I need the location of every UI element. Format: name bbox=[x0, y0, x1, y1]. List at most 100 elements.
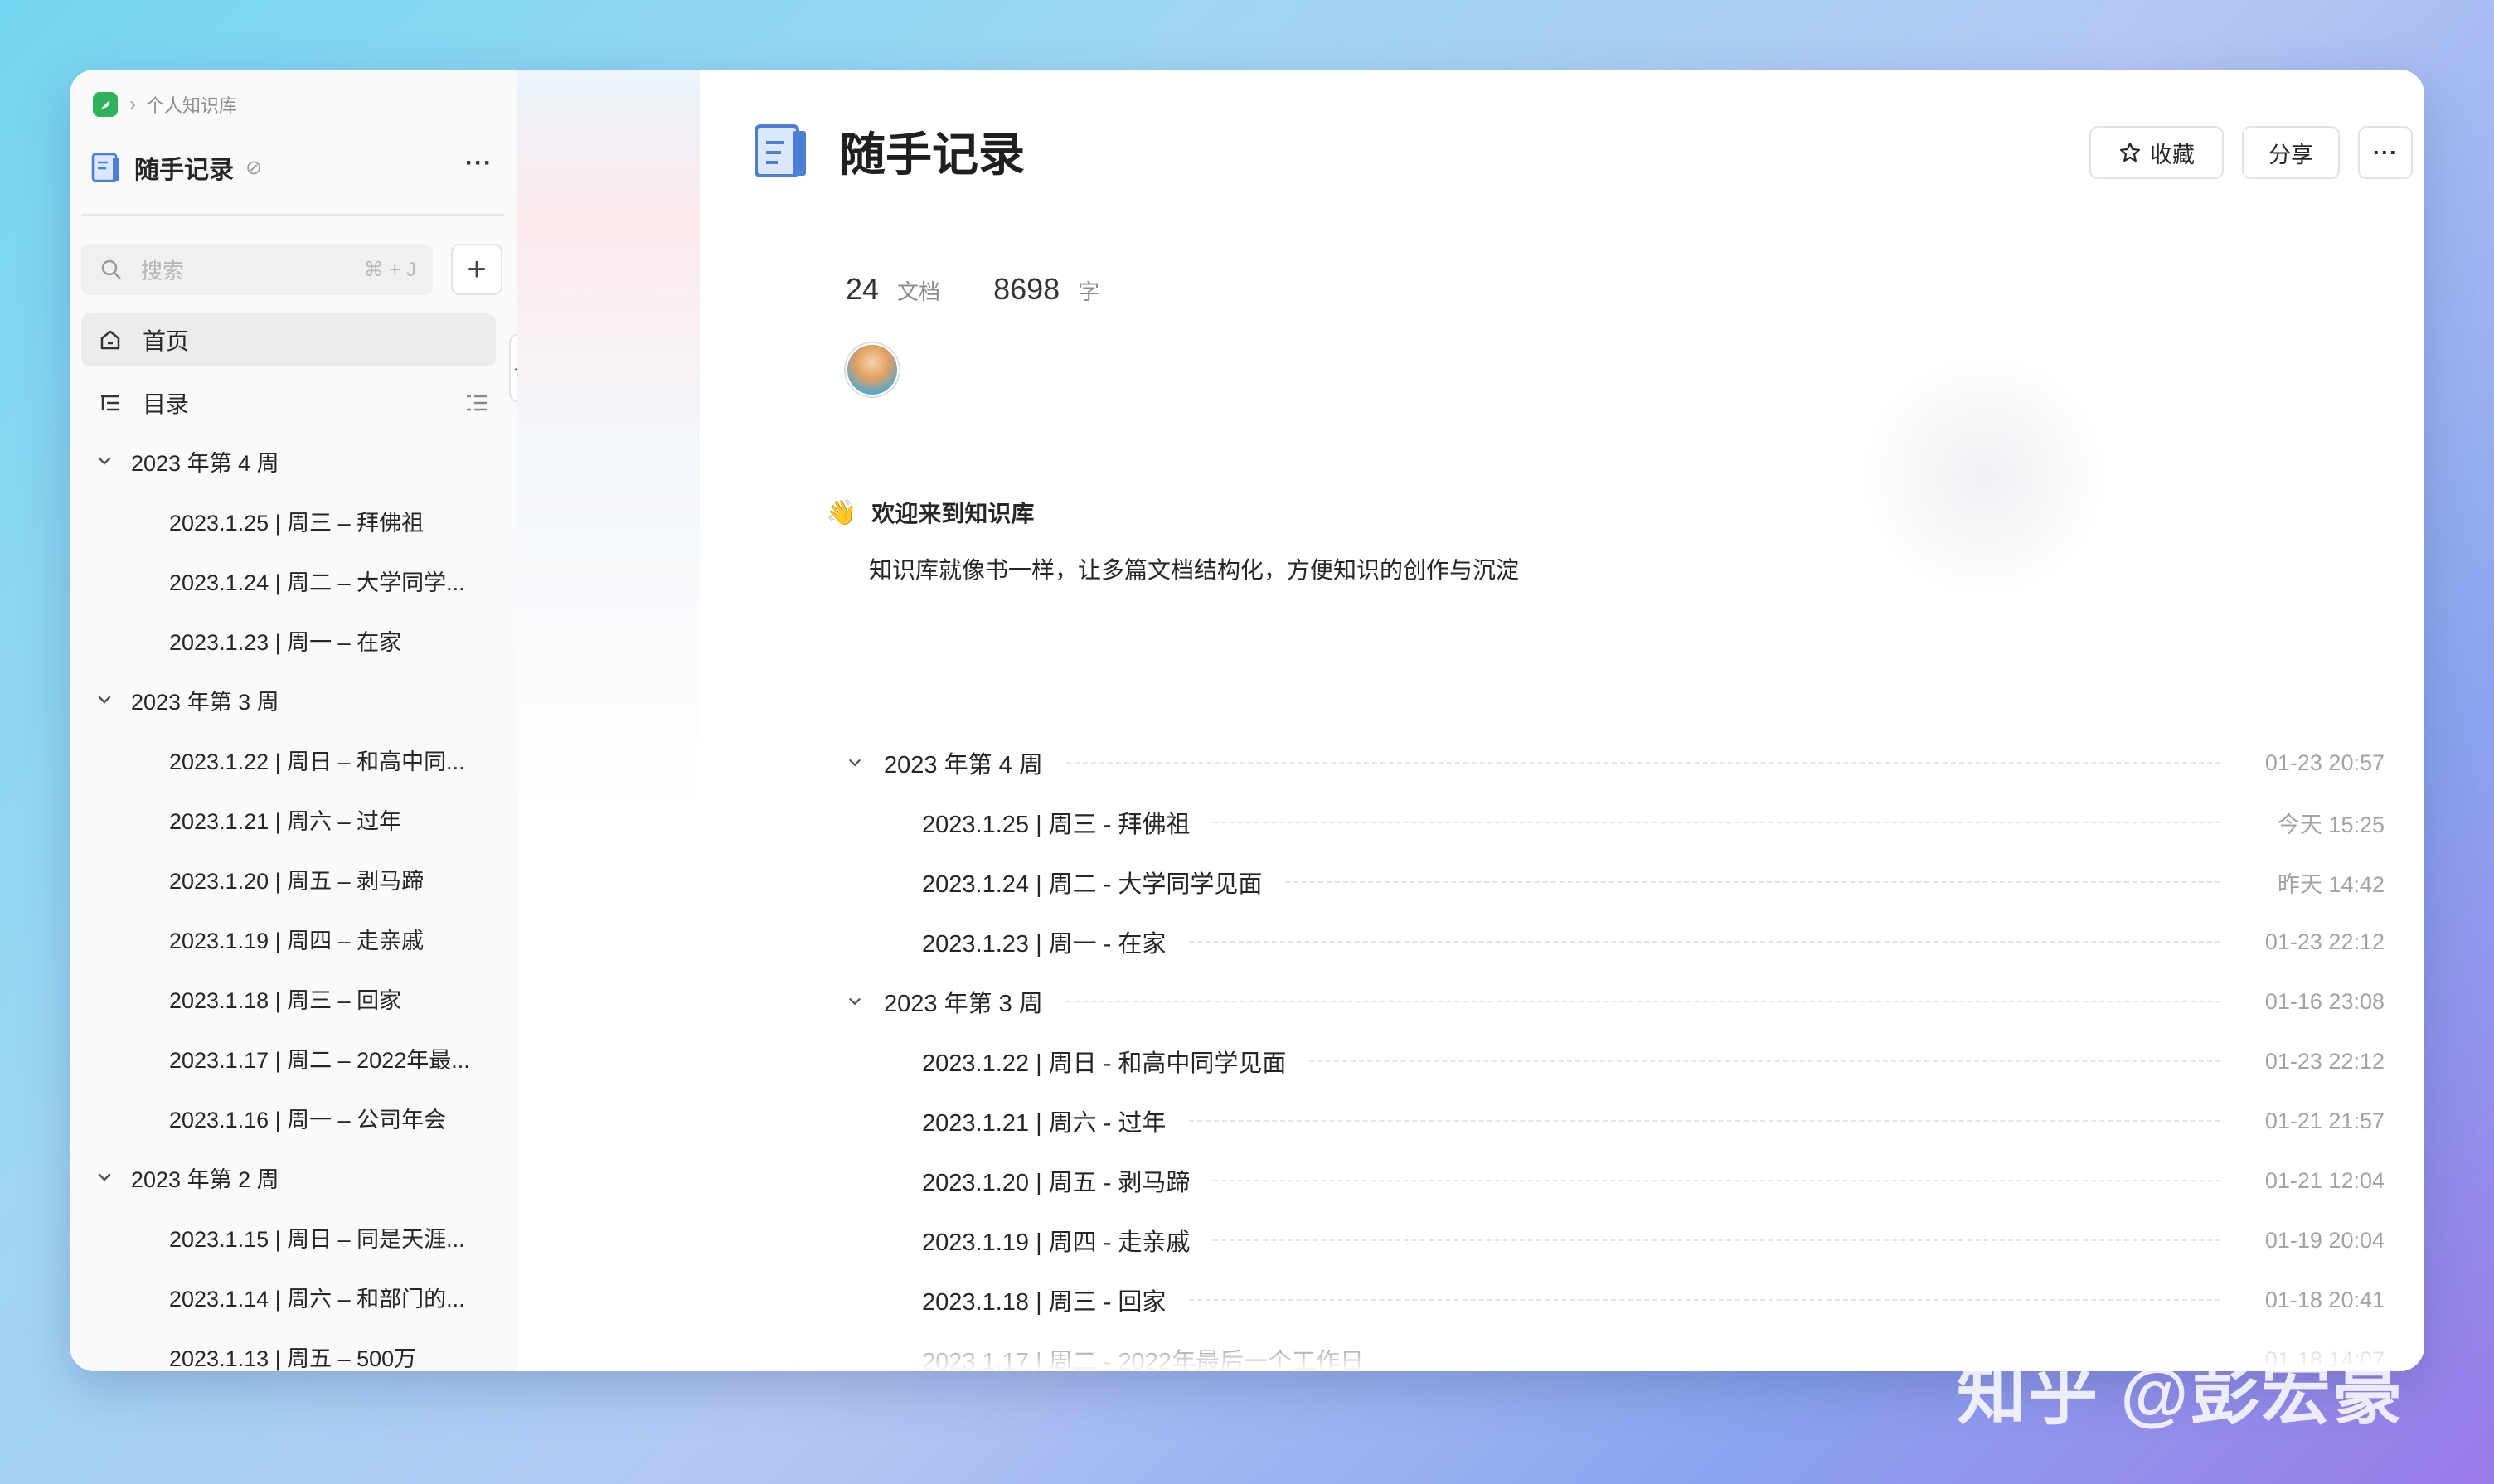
nav-directory[interactable]: 目录 bbox=[81, 376, 496, 429]
sidebar: › 个人知识库 随手记录 ⊘ ··· 搜索 ⌘ + J + 首页 目录 2023… bbox=[70, 70, 519, 1371]
search-icon bbox=[101, 259, 121, 279]
dotted-leader bbox=[1189, 1120, 2220, 1122]
chevron-down-icon[interactable] bbox=[844, 991, 866, 1012]
chevron-down-icon[interactable] bbox=[93, 449, 116, 473]
tree-doc-item[interactable]: 2023.1.17 | 周二 – 2022年最... bbox=[70, 1028, 517, 1088]
favorite-label: 收藏 bbox=[2150, 142, 2195, 167]
tree-group[interactable]: 2023 年第 3 周 bbox=[70, 670, 517, 730]
doc-unit: 文档 bbox=[897, 279, 941, 304]
toc-item-time: 昨天 14:42 bbox=[2277, 871, 2385, 897]
toc-doc-item[interactable]: 2023.1.21 | 周六 - 过年 01-21 21:57 bbox=[834, 1091, 2385, 1151]
wave-hand-icon: 👋 bbox=[826, 498, 857, 526]
toc-group[interactable]: 2023 年第 3 周 01-16 23:08 bbox=[834, 972, 2385, 1031]
tree-doc-item[interactable]: 2023.1.16 | 周一 – 公司年会 bbox=[70, 1088, 517, 1147]
add-button[interactable]: + bbox=[451, 244, 502, 295]
tree-item-label: 2023 年第 2 周 bbox=[131, 1166, 279, 1192]
toc-item-label: 2023.1.23 | 周一 - 在家 bbox=[922, 931, 1167, 958]
tree-doc-item[interactable]: 2023.1.25 | 周三 – 拜佛祖 bbox=[70, 491, 517, 550]
toc-item-label: 2023.1.20 | 周五 - 剥马蹄 bbox=[922, 1170, 1191, 1196]
dotted-leader bbox=[1213, 1239, 2220, 1241]
tree-doc-item[interactable]: 2023.1.14 | 周六 – 和部门的... bbox=[70, 1267, 517, 1326]
avatar[interactable] bbox=[846, 343, 899, 396]
tree-item-label: 2023.1.20 | 周五 – 剥马蹄 bbox=[169, 868, 425, 894]
page-title: 随手记录 bbox=[839, 129, 1025, 181]
tree-item-label: 2023.1.23 | 周一 – 在家 bbox=[169, 629, 402, 655]
tree-item-label: 2023 年第 3 周 bbox=[131, 689, 279, 715]
tree-item-label: 2023.1.14 | 周六 – 和部门的... bbox=[169, 1286, 465, 1312]
tree-doc-item[interactable]: 2023.1.21 | 周六 – 过年 bbox=[70, 789, 517, 849]
dotted-leader bbox=[1189, 941, 2220, 943]
search-input[interactable]: 搜索 ⌘ + J bbox=[81, 244, 433, 295]
divider bbox=[81, 214, 504, 216]
nav-home[interactable]: 首页 bbox=[81, 313, 496, 366]
watermark: 知乎 @彭宏豪 bbox=[1957, 1355, 2404, 1433]
toc-item-time: 01-21 21:57 bbox=[2264, 1108, 2385, 1133]
tree-doc-item[interactable]: 2023.1.18 | 周三 – 回家 bbox=[70, 968, 517, 1028]
dotted-leader bbox=[1285, 881, 2220, 883]
kb-stats: 24 文档 8698 字 bbox=[846, 272, 1152, 307]
list-indent-icon[interactable] bbox=[464, 390, 489, 415]
tree-doc-item[interactable]: 2023.1.15 | 周日 – 同是天涯... bbox=[70, 1207, 517, 1267]
toc-group[interactable]: 2023 年第 4 周 01-23 20:57 bbox=[834, 733, 2385, 793]
tree-doc-item[interactable]: 2023.1.24 | 周二 – 大学同学... bbox=[70, 550, 517, 610]
toc-item-label: 2023.1.24 | 周二 - 大学同学见面 bbox=[922, 871, 1263, 898]
tree-item-label: 2023.1.18 | 周三 – 回家 bbox=[169, 987, 402, 1013]
chevron-down-icon[interactable] bbox=[93, 1166, 116, 1189]
tree-item-label: 2023.1.16 | 周一 – 公司年会 bbox=[169, 1107, 447, 1132]
toc-doc-item[interactable]: 2023.1.24 | 周二 - 大学同学见面 昨天 14:42 bbox=[834, 852, 2385, 912]
toc-item-time: 01-23 22:12 bbox=[2264, 929, 2385, 954]
dotted-leader bbox=[1309, 1060, 2220, 1062]
main-content: 随手记录 收藏 分享 ··· 24 文档 8698 字 👋 欢迎来到知识库 知识… bbox=[517, 70, 2424, 1371]
welcome-title: 欢迎来到知识库 bbox=[871, 501, 1035, 526]
toc-item-time: 01-21 12:04 bbox=[2264, 1167, 2385, 1193]
share-button[interactable]: 分享 bbox=[2242, 126, 2340, 179]
toc-item-label: 2023 年第 3 周 bbox=[884, 991, 1043, 1017]
chevron-down-icon[interactable] bbox=[844, 752, 866, 774]
dotted-leader bbox=[1065, 762, 2220, 764]
tree-doc-item[interactable]: 2023.1.23 | 周一 – 在家 bbox=[70, 610, 517, 670]
toc-doc-item[interactable]: 2023.1.20 | 周五 - 剥马蹄 01-21 12:04 bbox=[834, 1151, 2385, 1210]
welcome-heading: 👋 欢迎来到知识库 bbox=[826, 496, 1034, 529]
nav-directory-label: 目录 bbox=[143, 391, 190, 417]
tree-item-label: 2023.1.15 | 周日 – 同是天涯... bbox=[169, 1226, 465, 1252]
toc-doc-item[interactable]: 2023.1.23 | 周一 - 在家 01-23 22:12 bbox=[834, 912, 2385, 972]
doc-count: 24 bbox=[846, 272, 880, 306]
breadcrumb: › 个人知识库 bbox=[93, 88, 237, 121]
tree-group[interactable]: 2023 年第 4 周 bbox=[70, 431, 517, 491]
kb-header: 随手记录 ⊘ ··· bbox=[90, 143, 504, 192]
toc-doc-item[interactable]: 2023.1.25 | 周三 - 拜佛祖 今天 15:25 bbox=[834, 793, 2385, 852]
favorite-button[interactable]: 收藏 bbox=[2089, 126, 2224, 179]
tree-doc-item[interactable]: 2023.1.20 | 周五 – 剥马蹄 bbox=[70, 849, 517, 909]
dotted-leader bbox=[1189, 1299, 2220, 1301]
home-icon bbox=[100, 330, 120, 350]
chevron-down-icon[interactable] bbox=[93, 688, 116, 711]
tree-group[interactable]: 2023 年第 2 周 bbox=[70, 1147, 517, 1207]
app-window: › 个人知识库 随手记录 ⊘ ··· 搜索 ⌘ + J + 首页 目录 2023… bbox=[70, 70, 2424, 1371]
toc-doc-item[interactable]: 2023.1.22 | 周日 - 和高中同学见面 01-23 22:12 bbox=[834, 1031, 2385, 1091]
tree-item-label: 2023.1.25 | 周三 – 拜佛祖 bbox=[169, 510, 425, 536]
toc-item-time: 01-23 22:12 bbox=[2264, 1048, 2385, 1074]
word-unit: 字 bbox=[1078, 279, 1100, 304]
toc-item-time: 01-16 23:08 bbox=[2264, 988, 2385, 1014]
tree-doc-item[interactable]: 2023.1.19 | 周四 – 走亲戚 bbox=[70, 909, 517, 968]
more-button[interactable]: ··· bbox=[2358, 126, 2413, 179]
search-shortcut: ⌘ + J bbox=[363, 258, 416, 281]
tree-doc-item[interactable]: 2023.1.13 | 周五 – 500万 bbox=[70, 1326, 517, 1371]
kb-title[interactable]: 随手记录 bbox=[134, 149, 234, 186]
tree-doc-item[interactable]: 2023.1.22 | 周日 – 和高中同... bbox=[70, 730, 517, 789]
dotted-leader bbox=[1213, 1180, 2220, 1181]
decorative-glow bbox=[1861, 352, 2109, 600]
tree-item-label: 2023.1.13 | 周五 – 500万 bbox=[169, 1346, 417, 1371]
toc-item-time: 01-19 20:04 bbox=[2264, 1227, 2385, 1253]
app-logo-icon[interactable] bbox=[93, 92, 118, 117]
kb-more-button[interactable]: ··· bbox=[465, 149, 492, 177]
star-icon bbox=[2119, 142, 2141, 162]
toc-item-label: 2023.1.21 | 周六 - 过年 bbox=[922, 1110, 1167, 1137]
toc-doc-item[interactable]: 2023.1.19 | 周四 - 走亲戚 01-19 20:04 bbox=[834, 1210, 2385, 1270]
search-placeholder: 搜索 bbox=[141, 258, 185, 284]
tree-item-label: 2023.1.22 | 周日 – 和高中同... bbox=[169, 749, 465, 774]
welcome-description: 知识库就像书一样，让多篇文档结构化，方便知识的创作与沉淀 bbox=[869, 557, 1520, 583]
toc-item-label: 2023.1.22 | 周日 - 和高中同学见面 bbox=[922, 1050, 1287, 1077]
breadcrumb-parent[interactable]: 个人知识库 bbox=[146, 91, 237, 118]
word-count: 8698 bbox=[993, 272, 1060, 306]
